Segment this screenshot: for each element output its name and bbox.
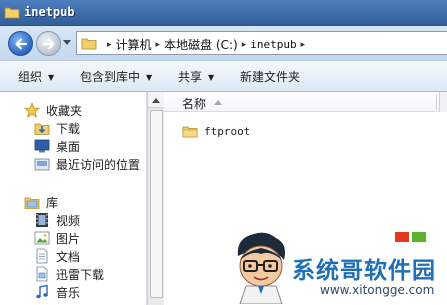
pictures-icon: [34, 231, 50, 245]
new-folder-button[interactable]: 新建文件夹: [240, 68, 300, 85]
chevron-right-icon[interactable]: ▸: [156, 40, 161, 50]
column-divider[interactable]: [436, 94, 437, 110]
title-bar: inetpub: [0, 0, 447, 26]
watermark-title: 系统哥软件园: [292, 258, 436, 284]
nav-item-music[interactable]: 音乐: [34, 283, 80, 301]
folder-icon: [81, 38, 97, 50]
nav-item-label: 图片: [56, 231, 81, 246]
cartoon-mascot-icon: [237, 232, 285, 304]
nav-favorites-label: 收藏夹: [46, 103, 83, 118]
explorer-window: inetpub ▸ 计算机 ▸ 本地磁盘 (C:) ▸ inetpub ▸ 组织…: [0, 0, 447, 305]
forward-button[interactable]: [36, 31, 61, 56]
share-button[interactable]: 共享 ▼: [178, 68, 214, 85]
back-button[interactable]: [8, 31, 33, 56]
chevron-right-icon[interactable]: ▸: [107, 40, 112, 50]
logo-green-square: [412, 232, 426, 242]
share-label: 共享: [178, 70, 203, 84]
documents-icon: [36, 248, 48, 264]
breadcrumb-local-disk[interactable]: 本地磁盘 (C:): [164, 36, 238, 53]
new-folder-label: 新建文件夹: [240, 70, 301, 84]
nav-item-videos[interactable]: 视频: [34, 211, 80, 229]
nav-item-downloads[interactable]: 下载: [34, 119, 80, 137]
nav-pane-scrollbar[interactable]: [147, 92, 164, 305]
scroll-up-button[interactable]: [148, 92, 164, 108]
arrow-left-icon: [15, 38, 28, 50]
logo-red-square: [395, 232, 409, 242]
window-title: inetpub: [24, 5, 75, 19]
chevron-right-icon[interactable]: ▸: [301, 40, 306, 50]
folder-icon: [182, 126, 198, 138]
column-header-name[interactable]: 名称: [182, 95, 206, 112]
nav-item-desktop[interactable]: 桌面: [34, 137, 80, 155]
organize-button[interactable]: 组织 ▼: [18, 68, 54, 85]
list-item[interactable]: ftproot: [182, 122, 250, 140]
sort-ascending-icon: [214, 100, 222, 105]
organize-label: 组织: [18, 70, 43, 84]
nav-libraries-label: 库: [46, 195, 59, 210]
caret-down-icon: ▼: [48, 73, 55, 82]
recent-pages-dropdown-icon[interactable]: [63, 40, 71, 46]
breadcrumb-inetpub[interactable]: inetpub: [250, 38, 296, 51]
nav-item-label: 下载: [56, 121, 81, 136]
downloads-folder-icon: [34, 123, 50, 135]
desktop-icon: [34, 139, 50, 153]
include-in-library-button[interactable]: 包含到库中 ▼: [80, 68, 152, 85]
command-bar: 组织 ▼ 包含到库中 ▼ 共享 ▼ 新建文件夹: [0, 60, 447, 92]
video-icon: [36, 213, 48, 227]
address-bar[interactable]: ▸ 计算机 ▸ 本地磁盘 (C:) ▸ inetpub ▸: [76, 31, 447, 55]
nav-item-pictures[interactable]: 图片: [34, 229, 80, 247]
nav-item-label: 最近访问的位置: [56, 157, 141, 172]
folder-icon: [4, 7, 20, 19]
nav-item-label: 文档: [56, 249, 81, 264]
navigation-pane: 收藏夹 下载 桌面 最近访问的位置 库 视频 图片 文档 迅雷下载 音乐: [0, 92, 147, 305]
watermark: 系统哥软件园 www.xitongge.com: [232, 226, 447, 305]
file-name: ftproot: [204, 124, 251, 138]
nav-item-recent-places[interactable]: 最近访问的位置: [34, 155, 140, 173]
chevron-right-icon[interactable]: ▸: [242, 40, 247, 50]
recent-places-icon: [34, 158, 50, 171]
arrow-right-icon: [42, 38, 55, 50]
nav-item-thunder-downloads[interactable]: 迅雷下载: [34, 265, 104, 283]
star-icon: [24, 102, 40, 118]
column-header-row: 名称: [164, 92, 447, 112]
nav-libraries[interactable]: 库: [24, 193, 58, 211]
column-header-next[interactable]: [439, 92, 447, 112]
nav-item-label: 桌面: [56, 139, 81, 154]
watermark-url: www.xitongge.com: [320, 283, 435, 297]
nav-item-label: 视频: [56, 213, 81, 228]
breadcrumb-computer[interactable]: 计算机: [116, 36, 152, 53]
library-icon: [24, 197, 40, 209]
downloads-library-icon: [36, 266, 48, 282]
nav-item-documents[interactable]: 文档: [34, 247, 80, 265]
nav-favorites[interactable]: 收藏夹: [24, 101, 82, 119]
music-icon: [36, 284, 48, 299]
caret-down-icon: ▼: [208, 73, 215, 82]
nav-item-label: 迅雷下载: [56, 267, 105, 282]
breadcrumb: ▸ 计算机 ▸ 本地磁盘 (C:) ▸ inetpub ▸: [103, 36, 309, 53]
caret-down-icon: ▼: [146, 73, 153, 82]
include-in-library-label: 包含到库中: [80, 70, 141, 84]
nav-item-label: 音乐: [56, 285, 81, 300]
scrollbar-thumb[interactable]: [150, 110, 163, 298]
address-row: ▸ 计算机 ▸ 本地磁盘 (C:) ▸ inetpub ▸: [0, 26, 447, 60]
